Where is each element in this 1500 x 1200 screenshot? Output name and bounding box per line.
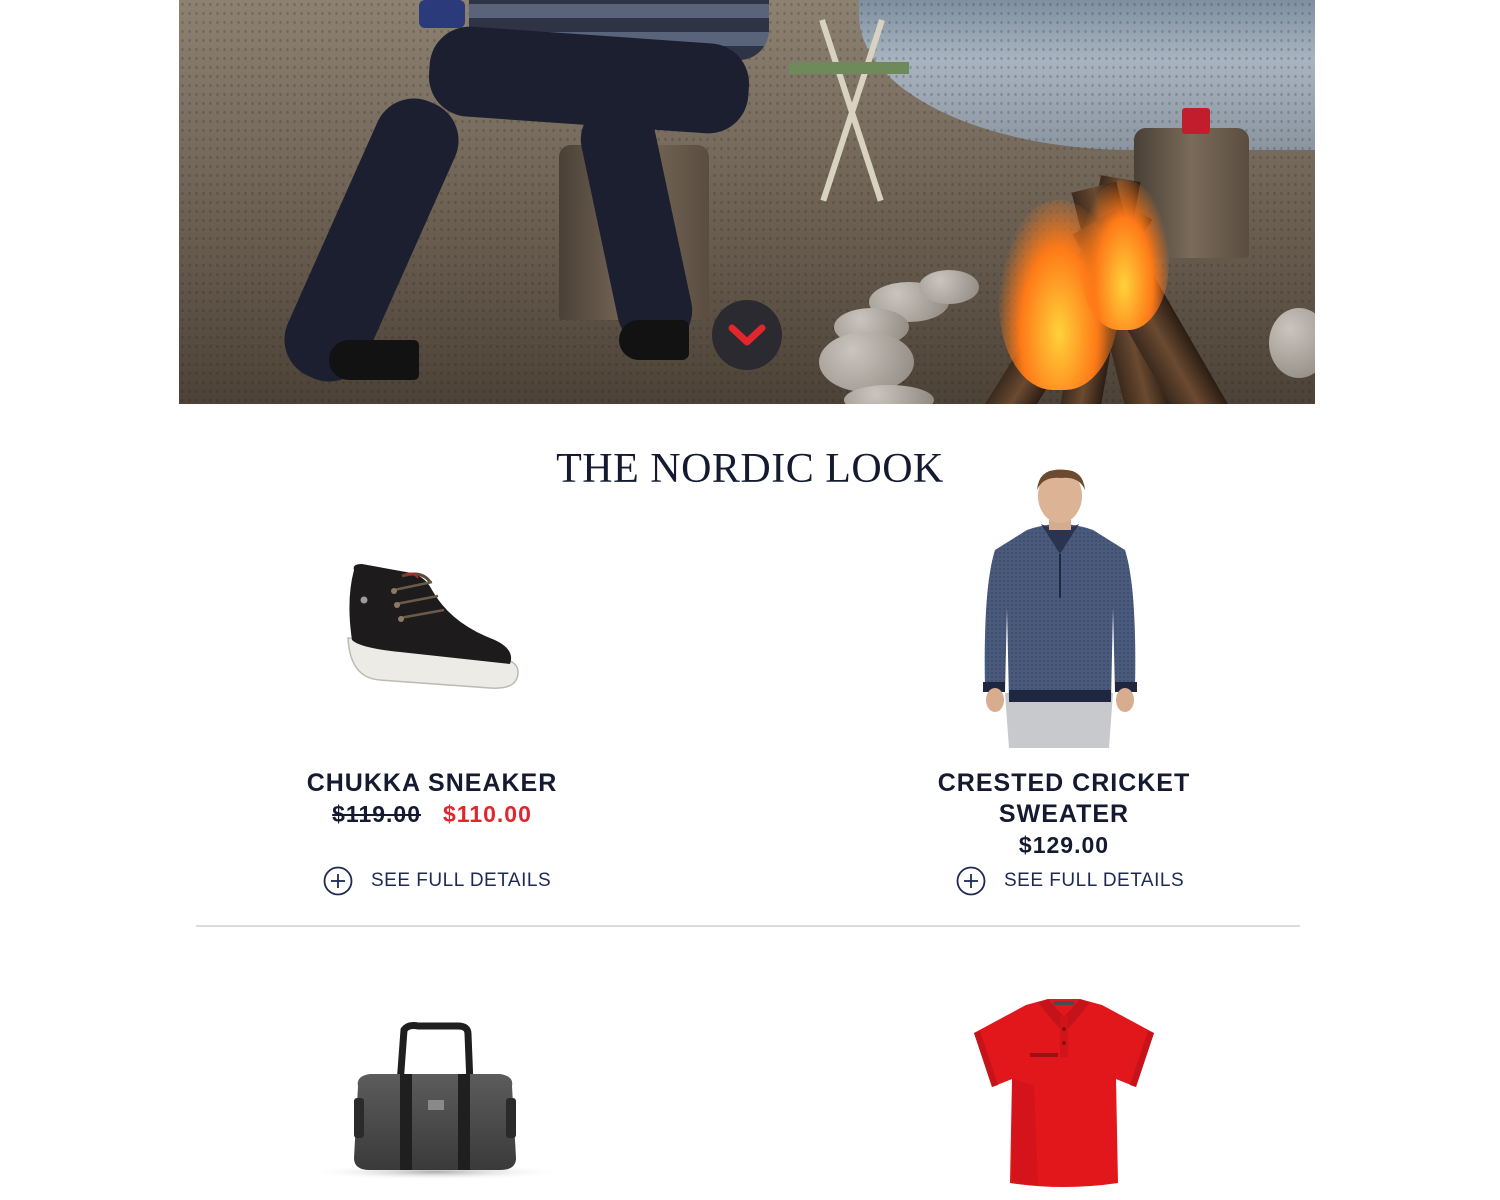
plus-circle-icon — [956, 866, 986, 896]
see-full-details-link[interactable]: SEE FULL DETAILS — [323, 866, 551, 896]
duffel-bag-image[interactable] — [300, 1022, 570, 1182]
details-label: SEE FULL DETAILS — [1004, 870, 1185, 891]
sneaker-image[interactable] — [340, 560, 525, 700]
section-title: THE NORDIC LOOK — [556, 446, 944, 492]
red-polo-image[interactable] — [968, 995, 1160, 1190]
sale-price: $110.00 — [443, 801, 532, 827]
product-name-line2: SWEATER — [998, 800, 1130, 828]
regular-price: $129.00 — [1018, 832, 1110, 858]
chevron-down-icon — [728, 324, 766, 346]
scroll-down-button[interactable] — [712, 300, 782, 370]
sweater-model-image[interactable] — [975, 468, 1145, 748]
price-row: $119.00 $110.00 — [232, 799, 632, 830]
see-full-details-link[interactable]: SEE FULL DETAILS — [956, 866, 1184, 896]
product-name[interactable]: CRESTED CRICKET SWEATER — [864, 768, 1264, 830]
price-row: $129.00 — [864, 830, 1264, 861]
details-label: SEE FULL DETAILS — [371, 870, 552, 891]
original-price: $119.00 — [332, 801, 421, 827]
product-name[interactable]: CHUKKA SNEAKER — [232, 768, 632, 799]
plus-circle-icon — [323, 866, 353, 896]
section-divider — [196, 925, 1300, 927]
hero-image — [179, 0, 1315, 404]
product-name-line1: CRESTED CRICKET — [937, 769, 1191, 797]
